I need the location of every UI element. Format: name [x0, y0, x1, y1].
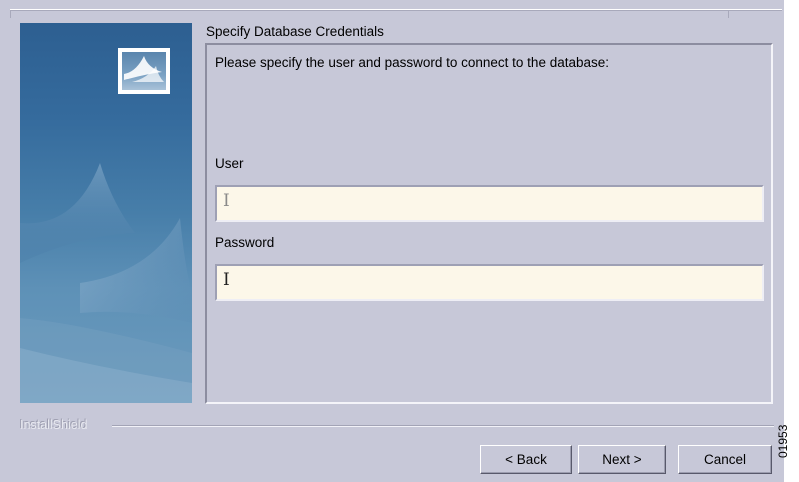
- password-input[interactable]: [215, 264, 764, 301]
- password-field-wrapper: I: [207, 264, 767, 301]
- step-title: Specify Database Credentials: [206, 24, 384, 39]
- top-divider: [10, 9, 782, 18]
- figure-number: 01953: [776, 424, 790, 458]
- top-divider-notch-right: [728, 10, 729, 18]
- brand-divider-row: InstallShield: [20, 418, 774, 434]
- instructions-text: Please specify the user and password to …: [215, 55, 609, 70]
- installer-dialog: Specify Database Credentials Please spec…: [0, 0, 784, 482]
- top-divider-notch-left: [10, 10, 11, 18]
- installshield-brand-label: InstallShield: [20, 418, 88, 432]
- installshield-tent-logo-icon: [118, 48, 170, 94]
- user-field-wrapper: I: [207, 185, 767, 222]
- next-button[interactable]: Next >: [578, 445, 666, 474]
- brand-divider-line: [112, 425, 774, 427]
- credentials-panel: Please specify the user and password to …: [205, 43, 773, 404]
- side-banner-image: [20, 23, 192, 403]
- cancel-button[interactable]: Cancel: [678, 445, 772, 474]
- user-label: User: [215, 156, 244, 171]
- user-input[interactable]: [215, 185, 764, 222]
- password-label: Password: [215, 235, 275, 250]
- back-button[interactable]: < Back: [480, 445, 572, 474]
